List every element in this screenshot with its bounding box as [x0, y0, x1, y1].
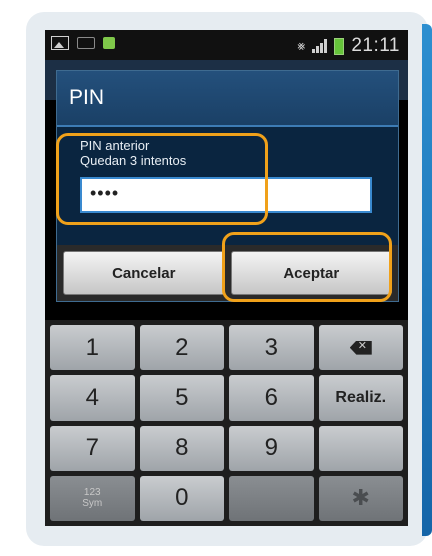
accept-button-highlight — [222, 232, 392, 302]
key-3[interactable]: 3 — [229, 325, 314, 371]
status-bar: ⨳ 21:11 — [45, 30, 408, 60]
signal-icon — [312, 39, 328, 53]
backspace-key[interactable] — [318, 325, 403, 371]
symbols-key-label-bottom: Sym — [82, 498, 103, 510]
usb-icon — [103, 37, 115, 49]
key-9[interactable]: 9 — [229, 425, 314, 471]
symbols-key[interactable]: 123 Sym — [50, 475, 135, 521]
cancel-button[interactable]: Cancelar — [63, 251, 225, 295]
key-8[interactable]: 8 — [139, 425, 224, 471]
blank-key[interactable] — [318, 425, 403, 471]
dialog-title-bar: PIN — [57, 71, 398, 127]
key-1[interactable]: 1 — [50, 325, 135, 371]
frame-accent-bar — [422, 24, 432, 536]
key-6[interactable]: 6 — [229, 375, 314, 421]
key-5[interactable]: 5 — [139, 375, 224, 421]
gallery-icon — [51, 36, 69, 50]
battery-icon — [334, 37, 345, 55]
key-0[interactable]: 0 — [139, 475, 224, 521]
no-sound-icon: ⨳ — [297, 38, 306, 53]
key-2[interactable]: 2 — [139, 325, 224, 371]
keyboard-icon — [77, 37, 95, 49]
blank-key-2[interactable] — [229, 475, 314, 521]
settings-icon: ✱ — [351, 485, 370, 511]
numeric-keyboard: 1 2 3 4 5 6 Realiz. 7 8 9 123 Sym 0 ✱ — [45, 320, 408, 526]
status-time: 21:11 — [351, 35, 400, 56]
key-4[interactable]: 4 — [50, 375, 135, 421]
key-7[interactable]: 7 — [50, 425, 135, 471]
pin-field-highlight — [56, 133, 268, 225]
settings-key[interactable]: ✱ — [318, 475, 403, 521]
done-key[interactable]: Realiz. — [318, 375, 403, 421]
backspace-icon — [349, 340, 372, 355]
dialog-title: PIN — [69, 86, 105, 109]
symbols-key-label-top: 123 — [83, 487, 101, 499]
